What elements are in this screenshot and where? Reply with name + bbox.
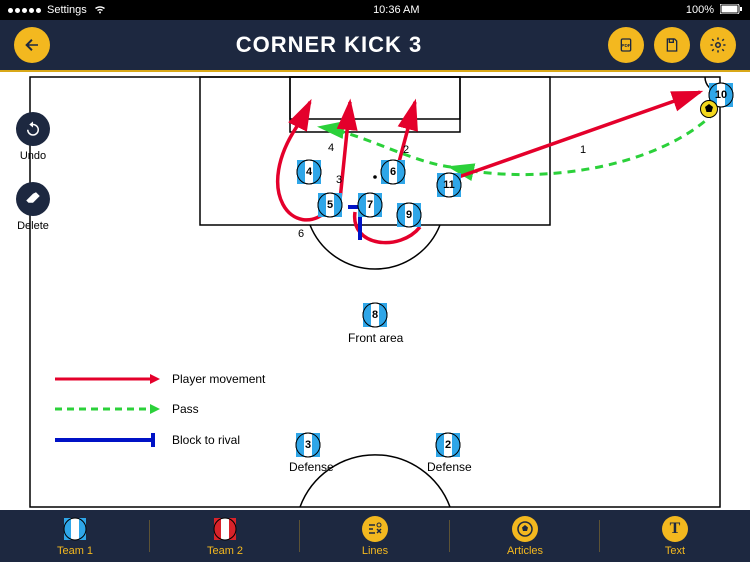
defense-right-label: Defense (427, 460, 472, 474)
delete-tool[interactable]: Delete (16, 182, 50, 232)
lines-tool[interactable]: Lines (300, 510, 450, 562)
bottom-toolbar: Team 1 Team 2 Lines Articles T Text (0, 510, 750, 562)
page-title: CORNER KICK 3 (60, 32, 598, 58)
articles-tool[interactable]: Articles (450, 510, 600, 562)
articles-icon (512, 516, 538, 542)
team1-icon (62, 516, 88, 542)
eraser-icon (16, 182, 50, 216)
player-8[interactable]: 8 (362, 302, 388, 328)
settings-label[interactable]: Settings (47, 4, 87, 16)
battery-pct: 100% (686, 4, 714, 16)
text-tool[interactable]: T Text (600, 510, 750, 562)
signal-dots (8, 8, 41, 13)
defense-left-label: Defense (289, 460, 334, 474)
text-icon: T (662, 516, 688, 542)
back-button[interactable] (14, 27, 50, 63)
player-6[interactable]: 6 (380, 159, 406, 185)
lines-icon (362, 516, 388, 542)
save-button[interactable] (654, 27, 690, 63)
path-num-2: 2 (403, 144, 409, 156)
legend: Player movement Pass Block to rival (55, 372, 265, 464)
battery-icon (720, 4, 742, 17)
player-5[interactable]: 5 (317, 192, 343, 218)
team1-label: Team 1 (57, 545, 93, 557)
undo-tool[interactable]: Undo (16, 112, 50, 162)
legend-movement: Player movement (172, 372, 265, 386)
team1-tool[interactable]: Team 1 (0, 510, 150, 562)
delete-label: Delete (17, 220, 49, 232)
text-label: Text (665, 545, 685, 557)
path-num-4: 4 (328, 142, 334, 154)
settings-button[interactable] (700, 27, 736, 63)
legend-block: Block to rival (172, 433, 240, 447)
team2-icon (212, 516, 238, 542)
tactics-canvas[interactable]: Undo Delete Player movement Pass Block t… (0, 70, 750, 510)
app-header: CORNER KICK 3 PDF (0, 20, 750, 70)
path-num-6: 6 (298, 228, 304, 240)
player-7[interactable]: 7 (357, 192, 383, 218)
export-pdf-button[interactable]: PDF (608, 27, 644, 63)
ball-icon[interactable] (700, 100, 718, 118)
player-9[interactable]: 9 (396, 202, 422, 228)
svg-text:PDF: PDF (621, 43, 630, 48)
team2-tool[interactable]: Team 2 (150, 510, 300, 562)
status-time: 10:36 AM (373, 4, 419, 16)
player-2[interactable]: 2 (435, 432, 461, 458)
player-11[interactable]: 11 (436, 172, 462, 198)
undo-label: Undo (20, 150, 46, 162)
front-area-label: Front area (348, 331, 403, 345)
undo-icon (16, 112, 50, 146)
path-num-3: 3 (336, 174, 342, 186)
player-4[interactable]: 4 (296, 159, 322, 185)
lines-label: Lines (362, 545, 388, 557)
path-num-1: 1 (580, 144, 586, 156)
articles-label: Articles (507, 545, 543, 557)
player-3[interactable]: 3 (295, 432, 321, 458)
status-bar: Settings 10:36 AM 100% (0, 0, 750, 20)
wifi-icon (93, 4, 107, 17)
legend-pass: Pass (172, 402, 199, 416)
team2-label: Team 2 (207, 545, 243, 557)
